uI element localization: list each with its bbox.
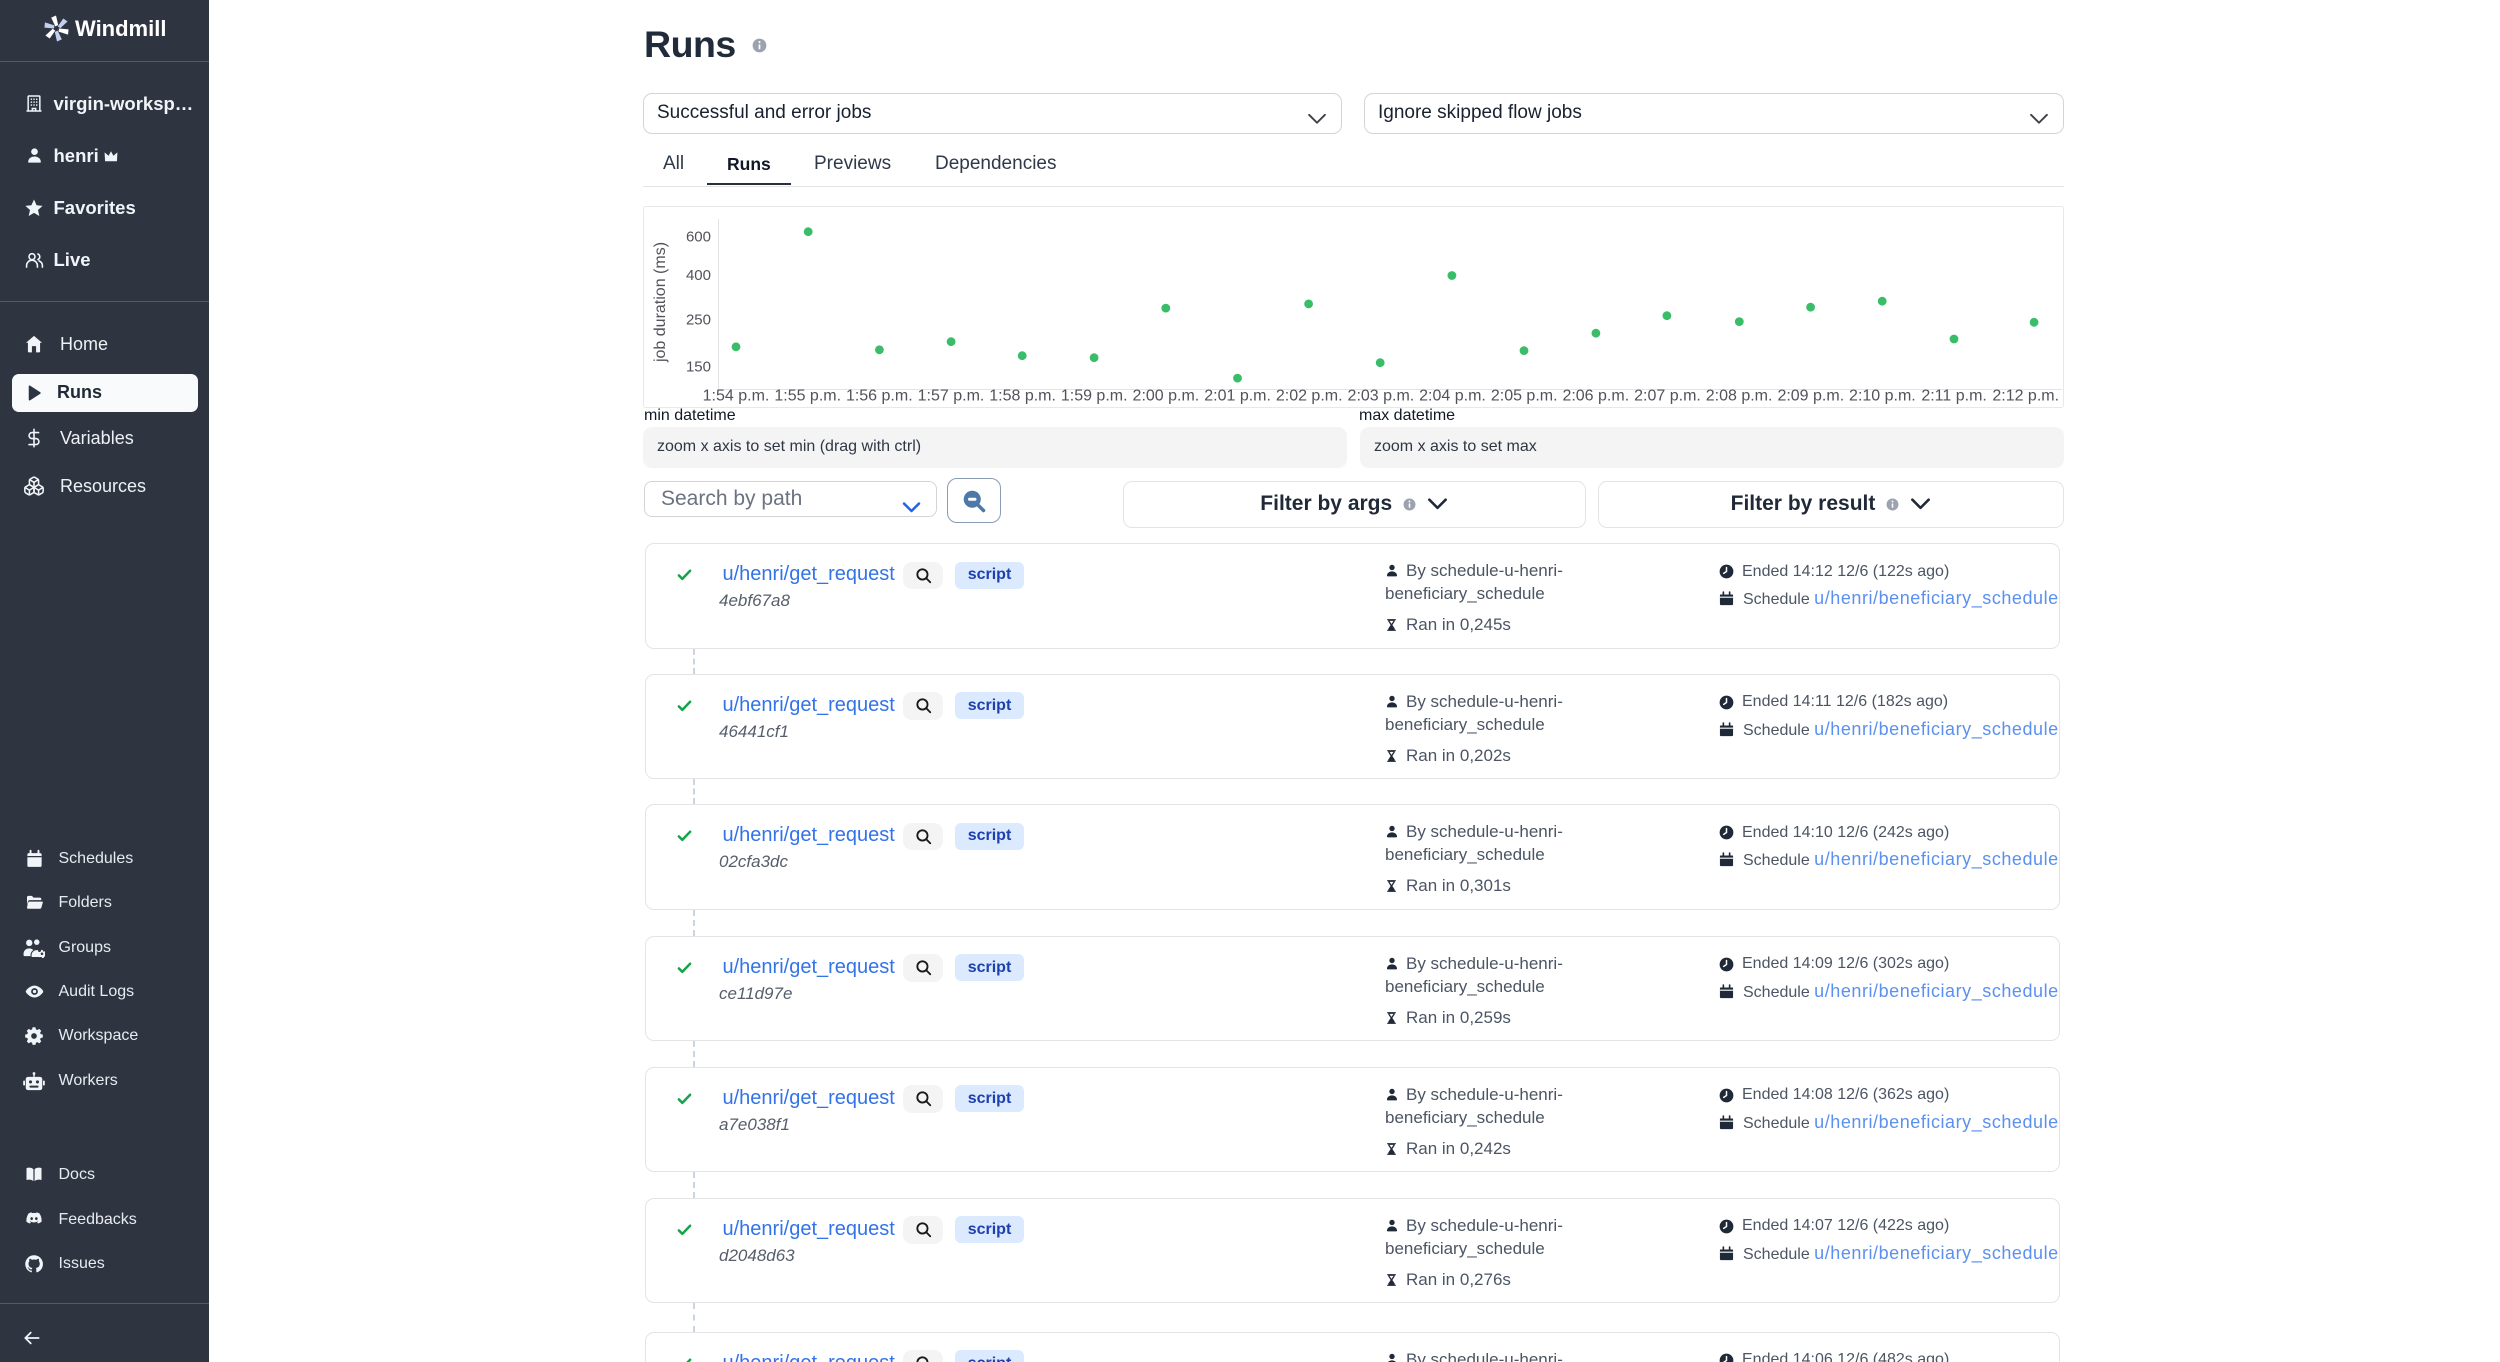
svg-text:2:04 p.m.: 2:04 p.m. xyxy=(1419,387,1486,404)
svg-text:2:12 p.m.: 2:12 p.m. xyxy=(1992,387,2059,404)
svg-text:250: 250 xyxy=(686,311,711,328)
svg-text:1:57 p.m.: 1:57 p.m. xyxy=(918,387,985,404)
svg-text:2:01 p.m.: 2:01 p.m. xyxy=(1204,387,1271,404)
svg-text:2:11 p.m.: 2:11 p.m. xyxy=(1921,387,1987,404)
svg-text:1:56 p.m.: 1:56 p.m. xyxy=(846,387,913,404)
svg-text:job duration (ms): job duration (ms) xyxy=(652,241,669,362)
svg-text:1:58 p.m.: 1:58 p.m. xyxy=(989,387,1056,404)
svg-text:1:59 p.m.: 1:59 p.m. xyxy=(1061,387,1128,404)
svg-text:2:02 p.m.: 2:02 p.m. xyxy=(1276,387,1343,404)
svg-text:2:09 p.m.: 2:09 p.m. xyxy=(1777,387,1844,404)
svg-text:600: 600 xyxy=(686,228,711,245)
svg-text:2:10 p.m.: 2:10 p.m. xyxy=(1849,387,1916,404)
svg-text:150: 150 xyxy=(686,358,711,375)
svg-text:2:00 p.m.: 2:00 p.m. xyxy=(1133,387,1200,404)
svg-text:2:03 p.m.: 2:03 p.m. xyxy=(1348,387,1415,404)
svg-text:2:05 p.m.: 2:05 p.m. xyxy=(1491,387,1558,404)
svg-text:1:55 p.m.: 1:55 p.m. xyxy=(774,387,841,404)
svg-text:2:07 p.m.: 2:07 p.m. xyxy=(1634,387,1701,404)
svg-text:2:06 p.m.: 2:06 p.m. xyxy=(1562,387,1629,404)
svg-text:2:08 p.m.: 2:08 p.m. xyxy=(1706,387,1773,404)
svg-text:1:54 p.m.: 1:54 p.m. xyxy=(703,387,770,404)
svg-text:400: 400 xyxy=(686,267,711,284)
